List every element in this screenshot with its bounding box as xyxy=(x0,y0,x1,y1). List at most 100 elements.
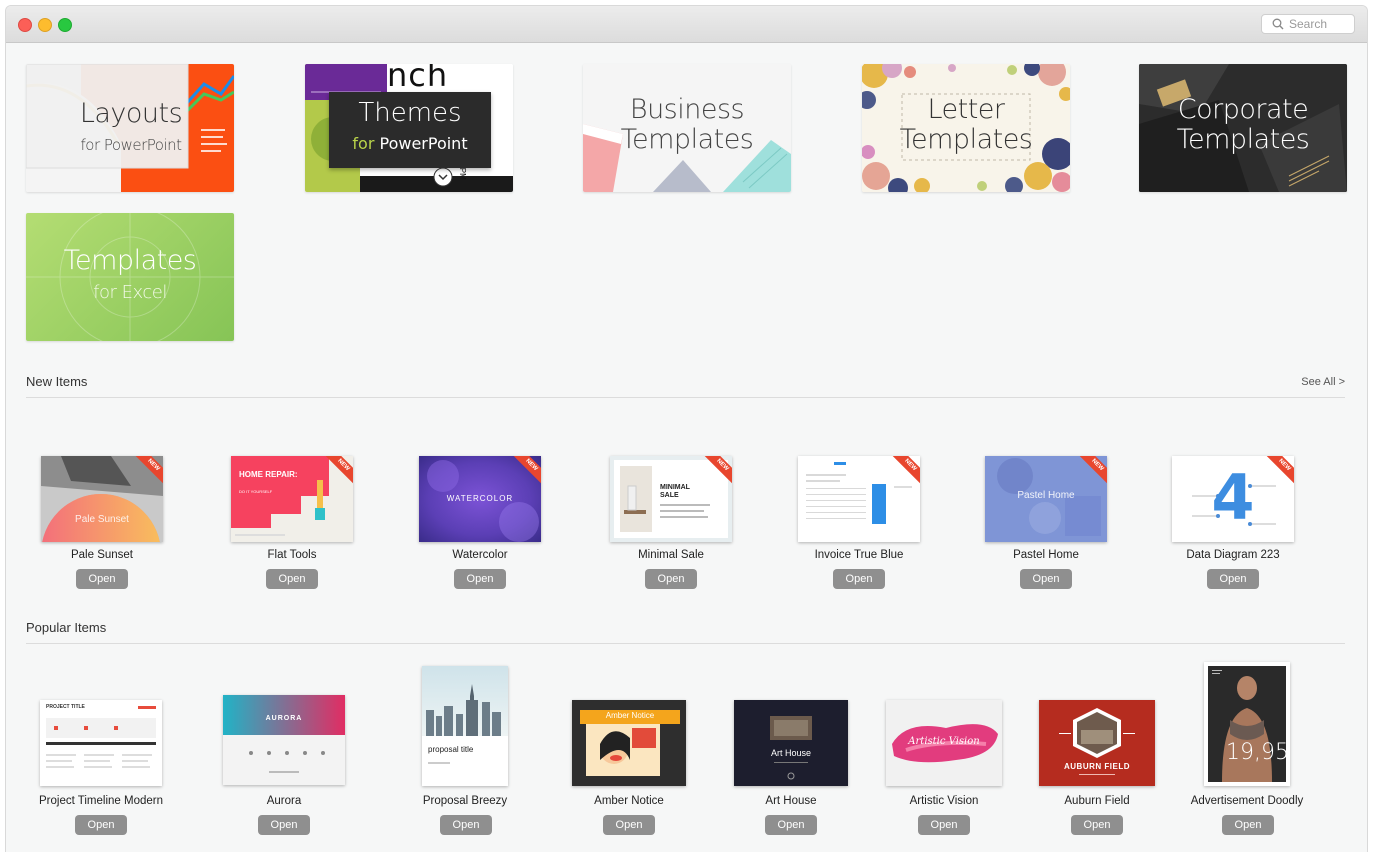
pale-sunset-thumbnail xyxy=(41,456,163,542)
popular-items-title: Popular Items xyxy=(26,620,107,635)
category-layouts[interactable]: Layouts for PowerPoint xyxy=(26,64,234,192)
advertisement-doodly-thumbnail xyxy=(1204,662,1290,786)
item-name: Amber Notice xyxy=(594,795,664,807)
thumb-project-timeline-modern[interactable]: PROJECT TITLE xyxy=(40,700,162,786)
item-name: Project Timeline Modern xyxy=(39,795,163,807)
thumb-text: MINIMAL SALE xyxy=(660,484,690,499)
thumb-minimal-sale[interactable]: MINIMAL SALE NEW xyxy=(610,456,732,542)
category-letter-templates[interactable]: Letter Templates xyxy=(862,64,1070,192)
thumb-text: Amber Notice xyxy=(605,711,655,720)
thumb-text: proposal title xyxy=(428,745,474,754)
thumb-invoice-true-blue[interactable]: NEW xyxy=(798,456,920,542)
thumb-aurora[interactable]: AURORA xyxy=(223,695,345,785)
aurora-thumbnail xyxy=(223,695,345,785)
search-field[interactable]: Search xyxy=(1261,14,1355,34)
open-button[interactable]: Open xyxy=(266,569,318,589)
thumb-watercolor[interactable]: WATERCOLOR NEW xyxy=(419,456,541,542)
open-button[interactable]: Open xyxy=(258,815,310,835)
invoice-thumbnail xyxy=(798,456,920,542)
item-name: Watercolor xyxy=(452,549,508,561)
thumb-auburn-field[interactable]: AUBURN FIELD xyxy=(1039,700,1155,786)
item-name: Minimal Sale xyxy=(638,549,704,561)
item-name: Auburn Field xyxy=(1064,795,1130,807)
thumb-text: Artistic Vision xyxy=(908,736,980,747)
zoom-window-button[interactable] xyxy=(58,18,72,32)
app-window: Search Layouts for PowerPoint nch Themes… xyxy=(6,6,1367,852)
category-subtitle: for Excel xyxy=(93,282,167,303)
project-timeline-thumbnail xyxy=(40,700,162,786)
thumb-amber-notice[interactable]: Amber Notice xyxy=(572,700,686,786)
thumb-text: 19,95 xyxy=(1226,740,1289,765)
thumb-text: AURORA xyxy=(265,715,303,722)
open-button[interactable]: Open xyxy=(765,815,817,835)
open-button[interactable]: Open xyxy=(1222,815,1274,835)
open-button[interactable]: Open xyxy=(645,569,697,589)
thumb-text: Art House xyxy=(770,748,812,758)
item-name: Artistic Vision xyxy=(909,795,979,807)
item-name: Proposal Breezy xyxy=(422,795,508,807)
title-bar: Search xyxy=(6,6,1367,43)
thumb-subtext: DO IT YOURSELF xyxy=(239,489,273,494)
item-name: Pale Sunset xyxy=(70,549,133,561)
category-templates-excel[interactable]: Templates for Excel xyxy=(26,213,234,341)
open-button[interactable]: Open xyxy=(1020,569,1072,589)
category-themes[interactable]: nch Bre 12 AM — 1 PM Themes for PowerPoi… xyxy=(305,64,513,192)
category-title: Templates xyxy=(63,245,197,276)
open-button[interactable]: Open xyxy=(75,815,127,835)
open-button[interactable]: Open xyxy=(918,815,970,835)
thumb-pastel-home[interactable]: Pastel Home NEW xyxy=(985,456,1107,542)
new-items-divider xyxy=(26,397,1345,398)
category-business-templates[interactable]: Business Templates xyxy=(583,64,791,192)
open-button[interactable]: Open xyxy=(76,569,128,589)
themes-subtitle-product: PowerPoint xyxy=(379,134,468,153)
category-title: Business xyxy=(629,94,745,125)
category-title: Layouts xyxy=(79,98,183,129)
thumb-text: Pastel Home xyxy=(1017,490,1075,501)
item-name: Art House xyxy=(765,795,817,807)
thumb-artistic-vision[interactable]: Artistic Vision xyxy=(886,700,1002,786)
thumb-data-diagram-223[interactable]: 4 NEW xyxy=(1172,456,1294,542)
item-name: Advertisement Doodly xyxy=(1190,795,1304,807)
excel-artwork xyxy=(26,213,234,341)
search-icon xyxy=(1272,18,1284,30)
auburn-field-thumbnail xyxy=(1039,700,1155,786)
open-button[interactable]: Open xyxy=(833,569,885,589)
proposal-breezy-thumbnail xyxy=(422,666,508,786)
item-name: Data Diagram 223 xyxy=(1186,549,1280,561)
themes-subtitle-for: for xyxy=(352,134,375,153)
open-button[interactable]: Open xyxy=(440,815,492,835)
open-button[interactable]: Open xyxy=(1071,815,1123,835)
close-window-button[interactable] xyxy=(18,18,32,32)
open-button[interactable]: Open xyxy=(603,815,655,835)
category-title: Themes xyxy=(358,98,462,128)
thumb-text: 4 xyxy=(1211,461,1255,534)
thumb-text: HOME REPAIR: xyxy=(239,470,298,479)
category-subtitle: Templates xyxy=(620,124,754,155)
thumb-text: Pale Sunset xyxy=(75,514,129,525)
open-button[interactable]: Open xyxy=(1207,569,1259,589)
thumb-proposal-breezy[interactable]: proposal title xyxy=(422,666,508,786)
art-house-thumbnail xyxy=(734,700,848,786)
thumb-text: WATERCOLOR xyxy=(446,494,514,503)
category-corporate-templates[interactable]: Corporate Templates xyxy=(1139,64,1347,192)
see-all-link[interactable]: See All > xyxy=(1301,376,1345,388)
minimize-window-button[interactable] xyxy=(38,18,52,32)
popular-items-divider xyxy=(26,643,1345,644)
category-subtitle: Templates xyxy=(899,124,1033,155)
thumb-text: AUBURN FIELD xyxy=(1064,762,1130,771)
flat-tools-thumbnail xyxy=(231,456,353,542)
thumb-text: PROJECT TITLE xyxy=(46,704,85,710)
category-subtitle: Templates xyxy=(1176,124,1310,155)
thumb-art-house[interactable]: Art House xyxy=(734,700,848,786)
thumb-pale-sunset[interactable]: Pale Sunset NEW xyxy=(41,456,163,542)
themes-label-box: Themes for PowerPoint xyxy=(329,92,491,168)
open-button[interactable]: Open xyxy=(454,569,506,589)
thumb-flat-tools[interactable]: HOME REPAIR: DO IT YOURSELF NEW xyxy=(231,456,353,542)
search-placeholder: Search xyxy=(1289,17,1328,31)
item-name: Pastel Home xyxy=(1013,549,1079,561)
category-title: Letter xyxy=(927,94,1005,125)
new-items-title: New Items xyxy=(26,374,88,389)
thumb-advertisement-doodly[interactable]: 19,95 xyxy=(1204,662,1290,786)
category-title: Corporate xyxy=(1177,94,1309,125)
item-name: Aurora xyxy=(266,795,302,807)
